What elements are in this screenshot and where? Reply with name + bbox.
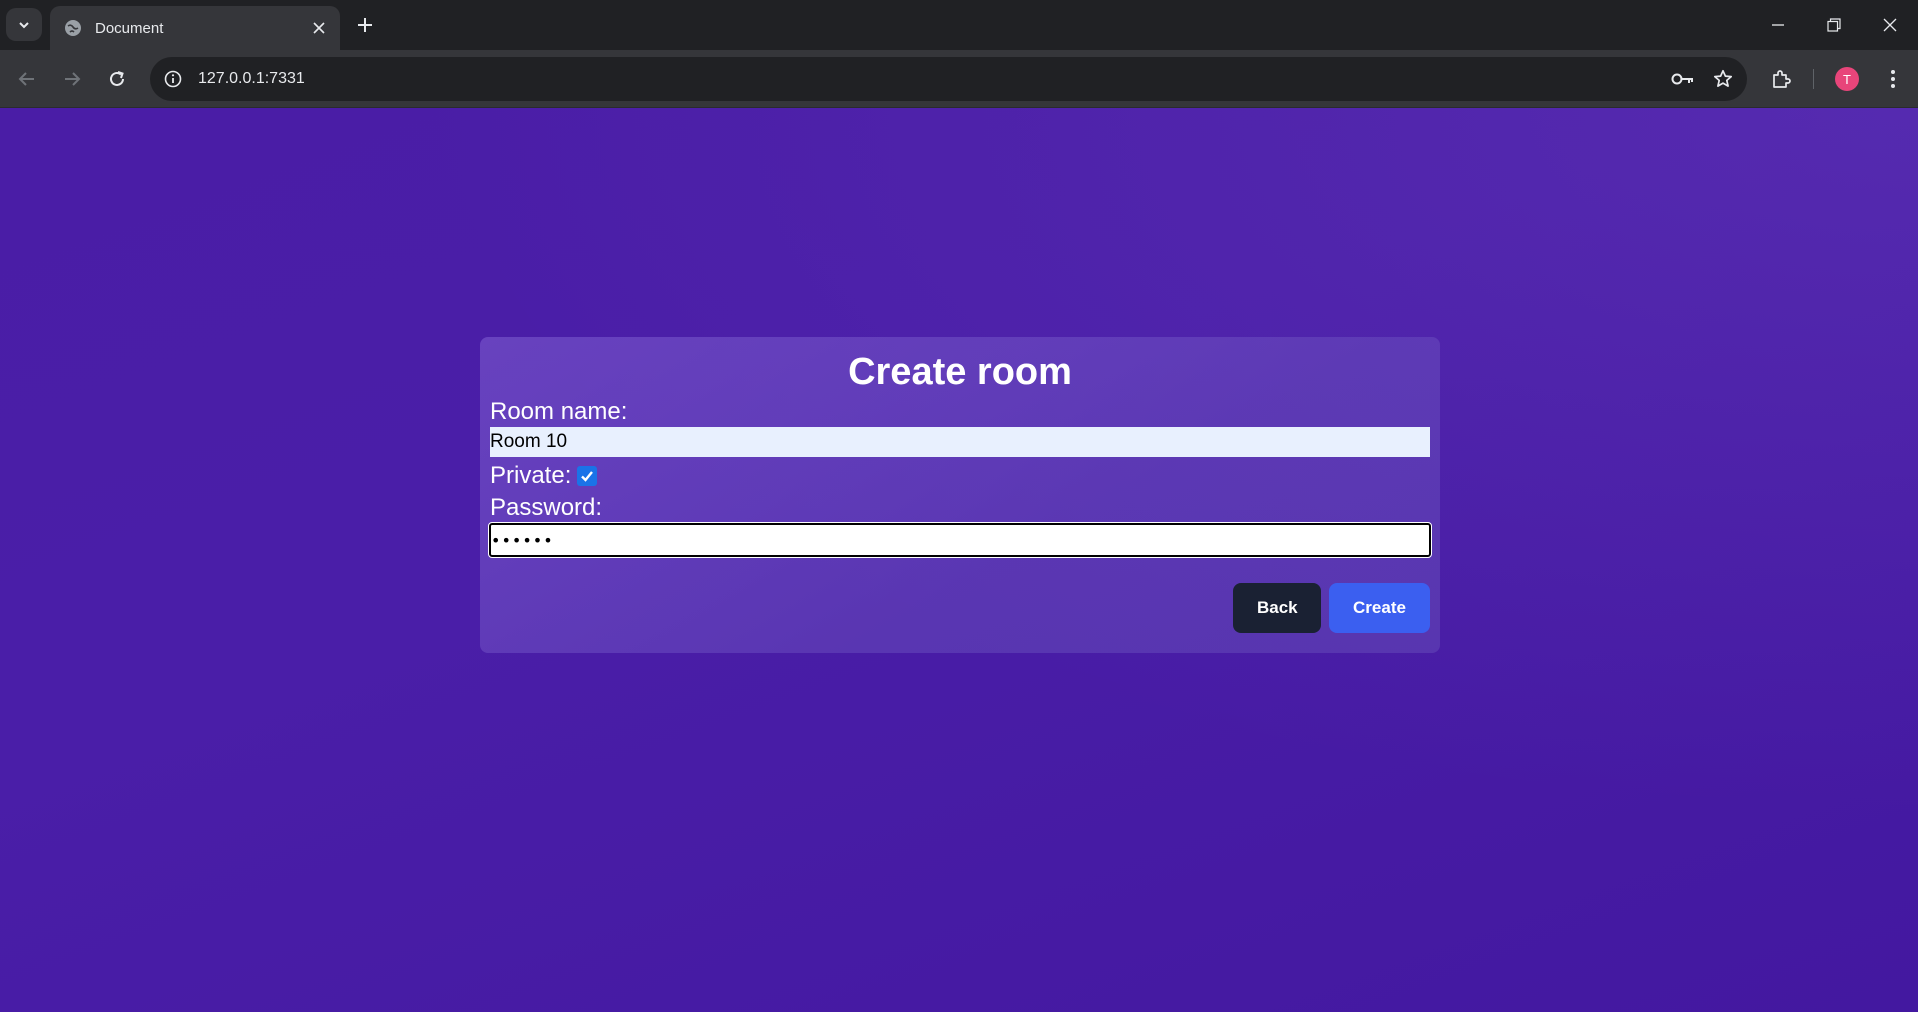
plus-icon: [358, 18, 372, 32]
close-window-button[interactable]: [1862, 0, 1918, 50]
address-bar[interactable]: 127.0.0.1:7331: [150, 57, 1747, 101]
create-button[interactable]: Create: [1329, 583, 1430, 633]
form-actions: Back Create: [1233, 583, 1430, 633]
close-tab-icon[interactable]: [306, 15, 332, 41]
private-checkbox[interactable]: [577, 466, 598, 486]
minimize-button[interactable]: [1750, 0, 1806, 50]
tab-title: Document: [95, 19, 164, 37]
site-info-icon[interactable]: [160, 66, 186, 92]
key-icon[interactable]: [1667, 63, 1699, 95]
form-title: Create room: [848, 351, 1072, 393]
browser-tab[interactable]: Document: [50, 6, 340, 50]
close-icon: [1883, 18, 1897, 32]
toolbar-divider: [1813, 69, 1814, 89]
arrow-right-icon: [65, 72, 81, 86]
private-label: Private:: [490, 462, 572, 489]
reload-icon: [110, 71, 124, 86]
checkmark-icon: [581, 471, 594, 482]
password-label: Password:: [490, 494, 603, 521]
new-tab-button[interactable]: [351, 11, 379, 39]
password-input[interactable]: [488, 522, 1432, 558]
forward-nav-button[interactable]: [56, 63, 88, 95]
chevron-down-icon: [19, 21, 29, 28]
private-row: Private:: [490, 459, 1430, 493]
room-name-input[interactable]: [490, 427, 1430, 457]
profile-button[interactable]: T: [1831, 63, 1863, 95]
restore-button[interactable]: [1806, 0, 1862, 50]
page-viewport: Create room Room name: Private: Password…: [0, 108, 1918, 1012]
back-nav-button[interactable]: [11, 63, 43, 95]
globe-icon: [63, 19, 82, 38]
avatar: T: [1835, 67, 1859, 91]
tab-search-button[interactable]: [6, 8, 42, 41]
menu-button[interactable]: [1877, 63, 1909, 95]
arrow-left-icon: [18, 72, 34, 86]
reload-button[interactable]: [101, 63, 133, 95]
url-text[interactable]: 127.0.0.1:7331: [198, 70, 1667, 88]
room-name-label: Room name:: [490, 398, 628, 425]
more-vertical-icon: [1891, 70, 1895, 88]
extensions-icon[interactable]: [1765, 63, 1797, 95]
create-room-form: Create room Room name: Private: Password…: [480, 337, 1440, 653]
back-button[interactable]: Back: [1233, 583, 1321, 633]
minimize-icon: [1772, 24, 1784, 26]
restore-icon: [1827, 18, 1841, 32]
browser-toolbar: 127.0.0.1:7331 T: [0, 50, 1918, 108]
tab-strip: Document: [0, 0, 1918, 50]
star-icon[interactable]: [1707, 63, 1739, 95]
